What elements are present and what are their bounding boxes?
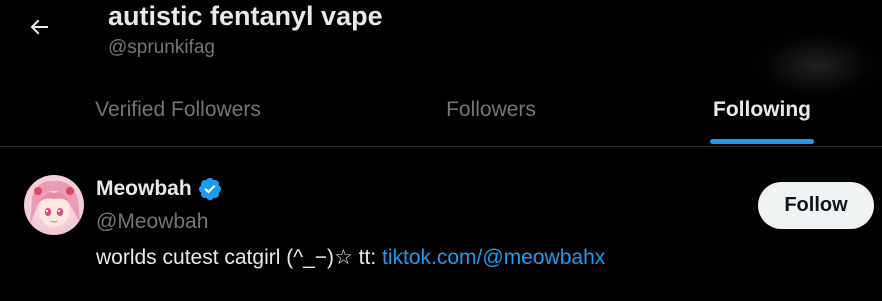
tab-bar: Verified Followers Followers Following <box>0 74 882 147</box>
user-handle: @Meowbah <box>96 210 209 233</box>
tab-following[interactable]: Following <box>690 74 834 146</box>
tab-followers[interactable]: Followers <box>420 74 562 146</box>
bio-link[interactable]: tiktok.com/@meowbahx <box>382 246 605 269</box>
user-bio: worlds cutest catgirl (^_−)☆ tt: tiktok.… <box>96 245 605 271</box>
active-tab-indicator <box>710 139 814 144</box>
user-cell[interactable]: Meowbah @Meowbah worlds cutest catgirl (… <box>0 147 882 301</box>
arrow-left-icon <box>30 19 48 35</box>
user-name[interactable]: Meowbah <box>96 176 192 202</box>
user-name-line: Meowbah <box>96 176 223 202</box>
verified-badge-icon <box>198 177 221 201</box>
tab-verified-followers[interactable]: Verified Followers <box>64 74 292 146</box>
bio-text: worlds cutest catgirl (^_−)☆ tt: <box>96 246 383 269</box>
back-button[interactable] <box>20 8 58 46</box>
follow-button[interactable]: Follow <box>758 182 874 229</box>
avatar-image <box>24 175 84 235</box>
page-title: autistic fentanyl vape <box>108 1 383 31</box>
avatar[interactable] <box>24 175 84 235</box>
profile-header: autistic fentanyl vape @sprunkifag <box>0 0 882 100</box>
profile-handle: @sprunkifag <box>108 37 215 58</box>
